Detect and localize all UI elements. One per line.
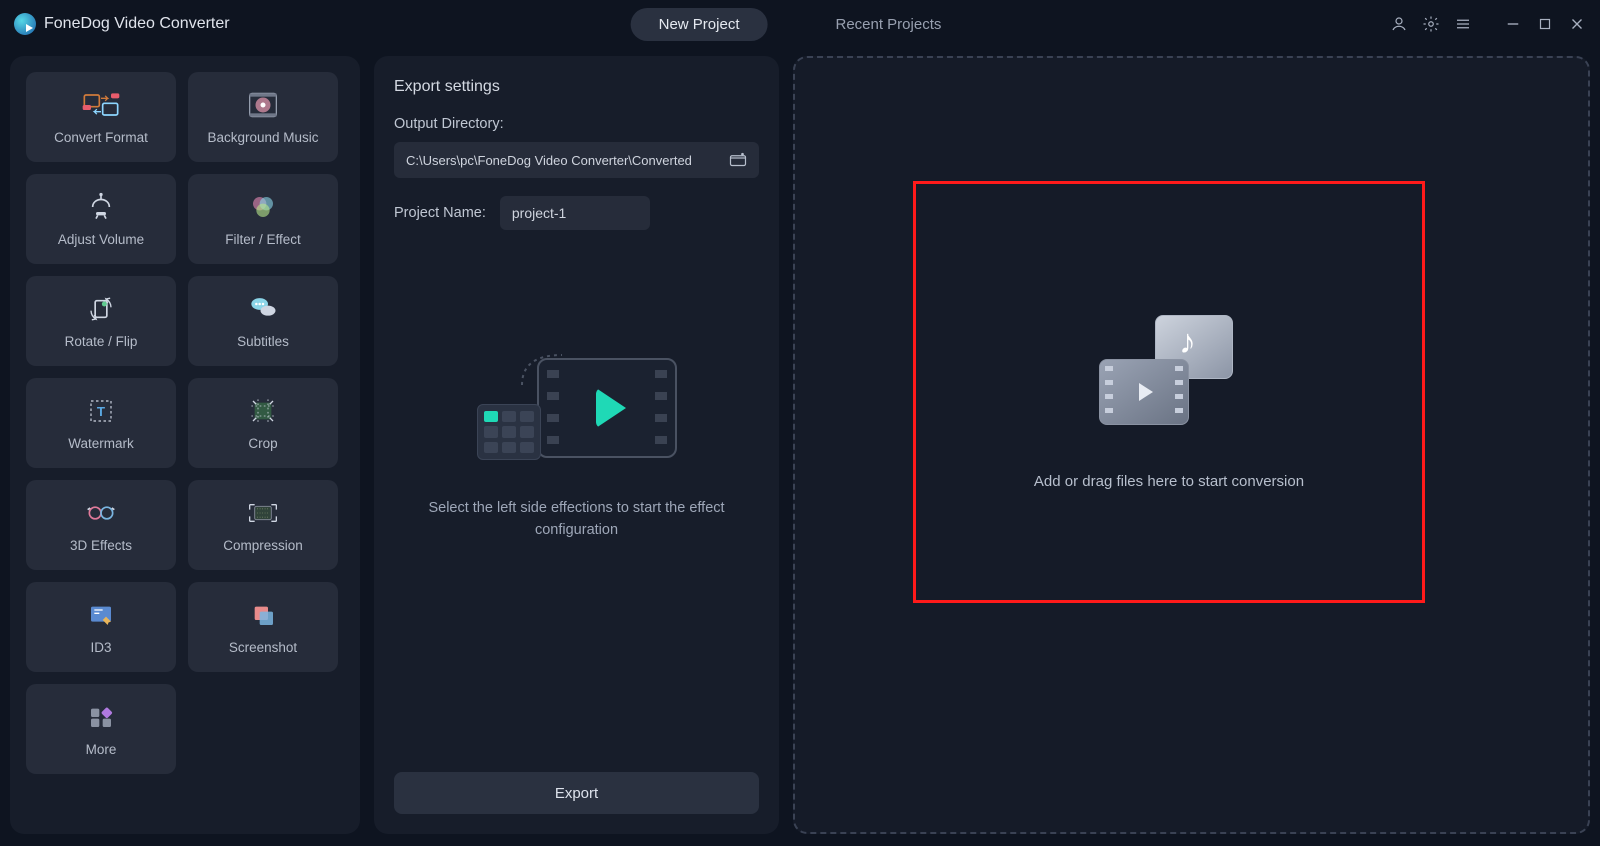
tool-label: ID3 [90, 640, 111, 655]
maximize-button[interactable] [1536, 15, 1554, 33]
tool-label: Crop [248, 436, 277, 451]
output-dir-value: C:\Users\pc\FoneDog Video Converter\Conv… [406, 153, 692, 168]
3d-effects-icon [81, 498, 121, 528]
project-name-row: Project Name: [394, 196, 759, 230]
tool-label: Filter / Effect [225, 232, 301, 247]
video-file-icon [1099, 359, 1189, 425]
dropzone-hint: Add or drag files here to start conversi… [1034, 473, 1304, 490]
window-controls [1390, 15, 1586, 33]
tool-label: Watermark [68, 436, 134, 451]
tool-rotate-flip[interactable]: Rotate / Flip [26, 276, 176, 366]
tool-label: Screenshot [229, 640, 297, 655]
main-tabs: New Project Recent Projects [631, 8, 970, 41]
tool-filter-effect[interactable]: Filter / Effect [188, 174, 338, 264]
tool-label: 3D Effects [70, 538, 132, 553]
settings-icon[interactable] [1422, 15, 1440, 33]
rotate-flip-icon [81, 294, 121, 324]
tool-label: Compression [223, 538, 303, 553]
effect-hint: Select the left side effections to start… [394, 498, 759, 542]
tool-label: Rotate / Flip [65, 334, 138, 349]
effect-illustration: Select the left side effections to start… [394, 350, 759, 542]
workspace: Convert Format Background Music Adjust V… [0, 48, 1600, 844]
tool-id3[interactable]: ID3 [26, 582, 176, 672]
output-dir-label: Output Directory: [394, 116, 759, 132]
adjust-volume-icon [81, 192, 121, 222]
tool-sidebar: Convert Format Background Music Adjust V… [10, 56, 360, 834]
tool-3d-effects[interactable]: 3D Effects [26, 480, 176, 570]
compression-icon [243, 498, 283, 528]
tool-compression[interactable]: Compression [188, 480, 338, 570]
more-icon [81, 702, 121, 732]
tool-watermark[interactable]: T Watermark [26, 378, 176, 468]
subtitles-icon [243, 294, 283, 324]
close-button[interactable] [1568, 15, 1586, 33]
app-logo-icon [14, 13, 36, 35]
dropzone[interactable]: Add or drag files here to start conversi… [913, 181, 1425, 603]
tool-label: Convert Format [54, 130, 148, 145]
drop-stage: Add or drag files here to start conversi… [793, 56, 1590, 834]
grid-icon [477, 404, 541, 460]
minimize-button[interactable] [1504, 15, 1522, 33]
tool-adjust-volume[interactable]: Adjust Volume [26, 174, 176, 264]
convert-format-icon [81, 90, 121, 120]
export-heading: Export settings [394, 78, 759, 96]
tool-label: Adjust Volume [58, 232, 144, 247]
app-brand: FoneDog Video Converter [14, 13, 230, 35]
tool-background-music[interactable]: Background Music [188, 72, 338, 162]
screenshot-icon [243, 600, 283, 630]
app-title: FoneDog Video Converter [44, 15, 230, 33]
tool-subtitles[interactable]: Subtitles [188, 276, 338, 366]
export-panel: Export settings Output Directory: C:\Use… [374, 56, 779, 834]
export-button[interactable]: Export [394, 772, 759, 814]
tool-convert-format[interactable]: Convert Format [26, 72, 176, 162]
filter-effect-icon [243, 192, 283, 222]
tool-crop[interactable]: Crop [188, 378, 338, 468]
watermark-icon: T [81, 396, 121, 426]
tab-recent-projects[interactable]: Recent Projects [807, 8, 969, 41]
tool-screenshot[interactable]: Screenshot [188, 582, 338, 672]
tool-more[interactable]: More [26, 684, 176, 774]
tab-new-project[interactable]: New Project [631, 8, 768, 41]
id3-icon [81, 600, 121, 630]
tool-label: Subtitles [237, 334, 289, 349]
dropzone-illustration [1099, 315, 1239, 425]
project-name-input[interactable] [500, 196, 650, 230]
film-icon [537, 358, 677, 458]
output-dir-box: C:\Users\pc\FoneDog Video Converter\Conv… [394, 142, 759, 178]
svg-text:T: T [97, 404, 105, 419]
menu-icon[interactable] [1454, 15, 1472, 33]
titlebar: FoneDog Video Converter New Project Rece… [0, 0, 1600, 48]
browse-folder-button[interactable] [729, 152, 747, 168]
project-name-label: Project Name: [394, 205, 486, 221]
crop-icon [243, 396, 283, 426]
account-icon[interactable] [1390, 15, 1408, 33]
tool-label: More [86, 742, 117, 757]
background-music-icon [243, 90, 283, 120]
tool-label: Background Music [207, 130, 318, 145]
